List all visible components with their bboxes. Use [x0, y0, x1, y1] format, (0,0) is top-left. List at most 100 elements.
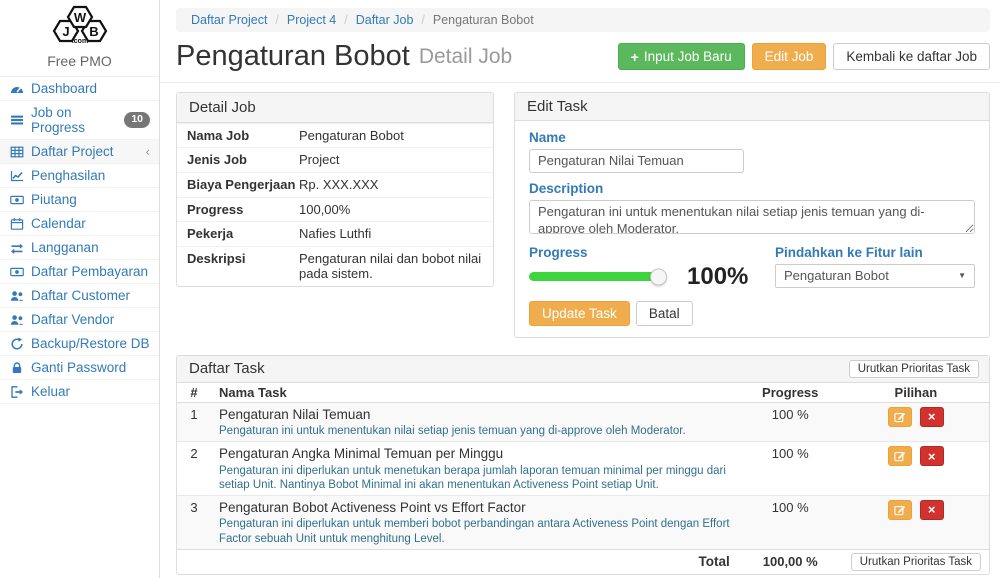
detail-value: Pengaturan nilai dan bobot nilai pada si… [299, 251, 483, 282]
detail-value: Nafies Luthfi [299, 226, 371, 242]
task-row-3: 3 Pengaturan Bobot Activeness Point vs E… [177, 495, 989, 549]
delete-task-row-button[interactable]: × [920, 407, 944, 427]
sidebar-item-langganan[interactable]: Langganan [0, 236, 159, 260]
detail-row-pekerja: Pekerja Nafies Luthfi [177, 221, 493, 246]
delete-task-row-button[interactable]: × [920, 446, 944, 466]
table-icon [9, 145, 24, 159]
task-name: Pengaturan Angka Minimal Temuan per Ming… [219, 446, 730, 462]
sidebar-item-penghasilan[interactable]: Penghasilan [0, 164, 159, 188]
update-task-button[interactable]: Update Task [529, 301, 630, 326]
logo[interactable]: J W B .com Free PMO [0, 0, 159, 77]
detail-row-nama-job: Nama Job Pengaturan Bobot [177, 123, 493, 148]
detail-value: Project [299, 152, 339, 168]
sidebar-item-label: Penghasilan [31, 168, 105, 183]
sidebar-item-label: Daftar Vendor [31, 312, 114, 327]
dropdown-arrow-icon: ▼ [958, 271, 966, 280]
refresh-icon [9, 337, 24, 351]
sidebar-item-piutang[interactable]: Piutang [0, 188, 159, 212]
sidebar-item-dashboard[interactable]: Dashboard [0, 77, 159, 101]
breadcrumb-separator: / [344, 13, 347, 27]
detail-label: Pekerja [187, 226, 299, 242]
breadcrumb-daftar-job[interactable]: Daftar Job [356, 13, 414, 27]
jwb-logo-icon: J W B .com [42, 5, 118, 49]
description-label: Description [529, 181, 975, 196]
breadcrumb-project-4[interactable]: Project 4 [287, 13, 336, 27]
batal-button[interactable]: Batal [636, 301, 693, 326]
total-value: 100,00 % [738, 549, 843, 574]
edit-task-row-button[interactable] [888, 407, 912, 427]
move-feature-label: Pindahkan ke Fitur lain [775, 245, 975, 260]
edit-job-button[interactable]: Edit Job [752, 43, 827, 70]
sidebar-item-daftar-pembayaran[interactable]: Daftar Pembayaran [0, 260, 159, 284]
detail-row-deskripsi: Deskripsi Pengaturan nilai dan bobot nil… [177, 246, 493, 286]
detail-row-jenis-job: Jenis Job Project [177, 147, 493, 172]
move-feature-select[interactable]: Pengaturan Bobot ▼ [775, 264, 975, 288]
task-table-header-row: # Nama Task Progress Pilihan [177, 383, 989, 403]
progress-slider[interactable] [529, 272, 659, 281]
sidebar-item-label: Keluar [31, 384, 70, 399]
delete-icon: × [928, 450, 936, 463]
breadcrumb: Daftar Project / Project 4 / Daftar Job … [176, 8, 990, 32]
sidebar-item-daftar-project[interactable]: Daftar Project ‹ [0, 140, 159, 164]
urutkan-prioritas-task-button-bottom[interactable]: Urutkan Prioritas Task [851, 553, 981, 571]
total-label: Total [211, 549, 738, 574]
sidebar-item-label: Ganti Password [31, 360, 126, 375]
urutkan-prioritas-task-button-top[interactable]: Urutkan Prioritas Task [849, 360, 979, 378]
svg-text:B: B [89, 24, 98, 39]
tasks-icon [9, 113, 24, 127]
task-num: 3 [177, 495, 211, 549]
sidebar-item-ganti-password[interactable]: Ganti Password [0, 356, 159, 380]
edit-task-panel: Edit Task Name Description Pengaturan in… [514, 92, 990, 338]
task-num: 1 [177, 402, 211, 442]
task-description-textarea[interactable]: Pengaturan ini untuk menentukan nilai se… [529, 200, 975, 234]
pencil-square-icon [894, 450, 906, 462]
task-row-1: 1 Pengaturan Nilai Temuan Pengaturan ini… [177, 402, 989, 442]
dashboard-icon [9, 82, 24, 96]
detail-value: 100,00% [299, 202, 350, 218]
progress-percent-value: 100% [687, 265, 748, 289]
content: Detail Job Nama Job Pengaturan Bobot Jen… [160, 83, 1000, 578]
move-feature-selected-value: Pengaturan Bobot [784, 268, 889, 283]
task-name: Pengaturan Bobot Activeness Point vs Eff… [219, 500, 730, 516]
daftar-task-title: Daftar Task [189, 360, 265, 377]
sidebar-item-job-on-progress[interactable]: Job on Progress 10 [0, 101, 159, 140]
delete-icon: × [928, 503, 936, 516]
column-header-pilihan: Pilihan [843, 383, 989, 403]
detail-label: Biaya Pengerjaan [187, 177, 299, 193]
sidebar-item-keluar[interactable]: Keluar [0, 380, 159, 404]
chevron-left-icon: ‹ [146, 144, 150, 159]
retweet-icon [9, 241, 24, 255]
task-progress: 100 % [738, 402, 843, 442]
task-name-input[interactable] [529, 149, 744, 173]
detail-label: Nama Job [187, 128, 299, 144]
progress-slider-handle[interactable] [650, 268, 667, 285]
sidebar-item-label: Piutang [31, 192, 77, 207]
detail-label: Jenis Job [187, 152, 299, 168]
detail-value: Rp. XXX.XXX [299, 177, 378, 193]
edit-task-row-button[interactable] [888, 446, 912, 466]
sidebar-item-backup-restore-db[interactable]: Backup/Restore DB [0, 332, 159, 356]
detail-label: Deskripsi [187, 251, 299, 282]
plus-icon: + [631, 50, 639, 64]
input-job-baru-button[interactable]: + Input Job Baru [618, 43, 745, 70]
delete-task-row-button[interactable]: × [920, 500, 944, 520]
sidebar-item-daftar-customer[interactable]: Daftar Customer [0, 284, 159, 308]
breadcrumb-daftar-project[interactable]: Daftar Project [191, 13, 267, 27]
detail-job-title: Detail Job [177, 93, 493, 123]
logo-caption: Free PMO [0, 53, 159, 69]
kembali-ke-daftar-job-button[interactable]: Kembali ke daftar Job [833, 43, 990, 70]
job-count-badge: 10 [124, 112, 150, 128]
sidebar-menu: Dashboard Job on Progress 10 Daftar Proj… [0, 77, 159, 404]
sidebar-item-label: Calendar [31, 216, 86, 231]
task-progress: 100 % [738, 495, 843, 549]
task-name: Pengaturan Nilai Temuan [219, 407, 730, 423]
edit-task-row-button[interactable] [888, 500, 912, 520]
sidebar-item-daftar-vendor[interactable]: Daftar Vendor [0, 308, 159, 332]
task-table-footer-row: Total 100,00 % Urutkan Prioritas Task [177, 549, 989, 574]
column-header-nama-task: Nama Task [211, 383, 738, 403]
sidebar-item-label: Daftar Project [31, 144, 114, 159]
sidebar-item-label: Dashboard [31, 81, 97, 96]
sidebar-item-calendar[interactable]: Calendar [0, 212, 159, 236]
name-label: Name [529, 130, 975, 145]
money-icon [9, 265, 24, 279]
